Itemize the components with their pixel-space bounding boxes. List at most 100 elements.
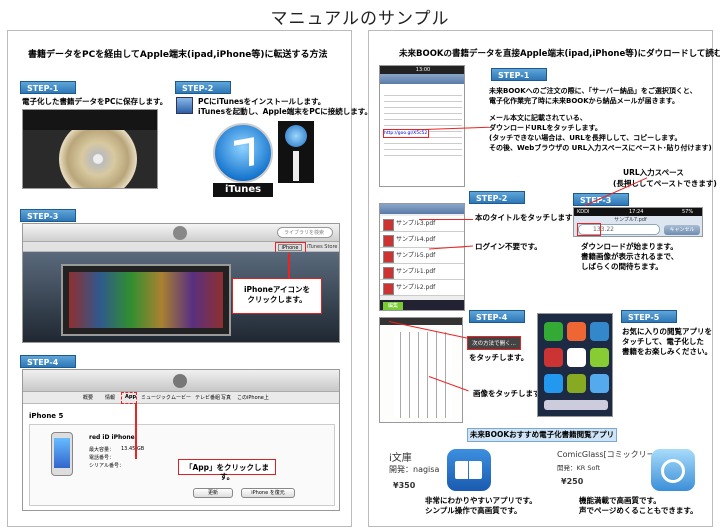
book-viewer-screenshot — [379, 317, 463, 423]
left-heading: 書籍データをPCを経由してApple端末(ipad,iPhone等)に転送する方… — [28, 50, 328, 60]
url-highlight-box — [383, 129, 429, 138]
serial-label: シリアル番号： — [89, 463, 124, 469]
open-in-apps-screenshot — [537, 313, 613, 417]
right-step3-line1: ダウンロードが始まります。 — [581, 242, 678, 251]
step4-callout-arrow — [135, 403, 137, 459]
callout-line1: iPhoneアイコンを — [243, 285, 311, 294]
left-step2-line2: iTunesを起動し、Apple端末をPCに接続します。 — [198, 107, 373, 116]
update-button[interactable]: 更新 — [193, 488, 233, 498]
clock-text: 17:24 — [629, 209, 644, 215]
right-step5-line1: お気に入りの閲覧アプリを — [622, 327, 712, 336]
app2-name: ComicGlass[コミックリーダ] — [557, 450, 666, 459]
right-step1-line3: メール本文に記載されている、 — [489, 114, 587, 122]
app2-dev: 開発：KR Soft — [557, 464, 601, 472]
device-name: red iD iPhone — [89, 434, 135, 441]
right-step1-line6: その後、Webブラウザの URL入力スペースにペースト･貼り付けます) — [489, 144, 712, 152]
right-step5-label: STEP-5 — [621, 310, 677, 323]
right-step3-line2: 書籍画像が表示されるまで、 — [581, 252, 679, 261]
battery-text: 57% — [682, 209, 694, 215]
left-step1-text: 電子化した書籍データをPCに保存します。 — [22, 97, 168, 106]
file-name-1: サンプル3.pdf — [396, 220, 436, 227]
app2-price: ¥250 — [561, 477, 584, 486]
usb-cable-image — [278, 121, 314, 183]
right-step1-line5: (タッチできない場合は、URLを長押しして、コピーします。 — [489, 134, 682, 142]
app1-desc1: 非常にわかりやすいアプリです。 — [425, 496, 537, 505]
macbook-image — [61, 264, 231, 336]
right-heading: 未来BOOKの書籍データを直接Apple端末(ipad,iPhone等)にダウロ… — [399, 49, 720, 59]
right-step1-label: STEP-1 — [491, 68, 547, 81]
right-step1-line4: ダウンロードURLをタッチします。 — [489, 124, 602, 132]
page-title: マニュアルのサンプル — [270, 9, 450, 29]
itunes-device-screenshot: 概要 情報 App ミュージック ムービー テレビ番組 写真 このiPhone上… — [22, 369, 340, 511]
app1-dev: 開発：nagisa — [389, 465, 440, 474]
tab-info[interactable]: 情報 — [105, 394, 115, 401]
left-step4-callout: 「App」をクリックします。 — [178, 459, 276, 481]
callout-arrow — [288, 253, 290, 278]
tab-tv[interactable]: テレビ番組 — [195, 394, 220, 401]
itunes-logo-icon — [213, 123, 273, 183]
left-step4-label: STEP-4 — [20, 355, 76, 368]
file-row-4[interactable]: サンプル1.pdf — [380, 264, 464, 280]
left-panel: 書籍データをPCを経由してApple端末(ipad,iPhone等)に転送する方… — [7, 30, 372, 527]
ibunko-app-icon[interactable] — [447, 449, 491, 491]
device-tab-bar: 概要 情報 App ミュージック ムービー テレビ番組 写真 このiPhone上 — [23, 392, 339, 404]
right-step4-label: STEP-4 — [469, 310, 525, 323]
callout-line2: クリックします。 — [247, 295, 307, 304]
restore-button[interactable]: iPhone を復元 — [241, 488, 295, 498]
right-step5-line2: タッチして、電子化した — [622, 337, 704, 346]
left-step2-line1: PCにiTunesをインストールします。 — [198, 97, 326, 106]
app2-desc2: 声でページめくることもできます。 — [579, 506, 698, 515]
file-row-5[interactable]: サンプル2.pdf — [380, 280, 464, 296]
left-step2-label: STEP-2 — [175, 81, 231, 94]
tab-summary[interactable]: 概要 — [83, 394, 93, 401]
browser-statusbar: KDDI 17:24 57% — [574, 208, 702, 216]
device-heading: iPhone 5 — [29, 412, 64, 420]
app1-name: i文庫 — [389, 453, 412, 464]
file-name-4: サンプル1.pdf — [396, 268, 436, 275]
right-step1-line2: 電子化作業完了時に未来BOOKから納品メールが届きます。 — [489, 97, 679, 105]
right-step2-label: STEP-2 — [469, 191, 525, 204]
iphone-image — [51, 432, 73, 476]
library-search-input[interactable]: ライブラリを検索 — [277, 227, 333, 238]
right-step2-text2: ログイン不要です。 — [475, 242, 542, 251]
url-input-highlight — [577, 223, 601, 236]
file-row-2[interactable]: サンプル4.pdf — [380, 232, 464, 248]
phone-label: 電話番号： — [89, 455, 115, 461]
url-caption-1: URL入力スペース — [623, 168, 684, 177]
cd-image — [22, 109, 158, 189]
itunes-store-link[interactable]: iTunes Store — [307, 244, 338, 251]
apple-logo-icon-2 — [173, 374, 187, 388]
book-page-image[interactable] — [394, 332, 452, 418]
tab-on-iphone[interactable]: このiPhone上 — [237, 394, 269, 401]
file-row-3[interactable]: サンプル5.pdf — [380, 248, 464, 264]
left-step3-callout: iPhoneアイコンを クリックします。 — [232, 278, 322, 314]
app1-desc2: シンプル操作で高画質です。 — [425, 506, 522, 515]
capacity-value: 13.45 GB — [121, 446, 145, 452]
comicglass-app-icon[interactable] — [651, 449, 695, 491]
right-step3-line3: しばらくの間待ちます。 — [581, 262, 663, 271]
file-name-2: サンプル4.pdf — [396, 236, 436, 243]
carrier-text: KDDI — [577, 209, 590, 215]
tab-music[interactable]: ミュージック — [141, 394, 171, 401]
file-name-3: サンプル5.pdf — [396, 252, 436, 259]
recommend-banner: 未来BOOKおすすめ電子化書籍閲覧アプリ — [467, 428, 617, 442]
browser-filename: サンプル7.pdf — [614, 217, 647, 223]
tab-photos[interactable]: 写真 — [221, 394, 231, 401]
url-caption-2: (長押ししてペーストできます) — [613, 179, 717, 188]
left-step3-label: STEP-3 — [20, 209, 76, 222]
mail-phone-screenshot: 13:00 http://goo.gl/X5c52 — [379, 65, 465, 187]
edit-button[interactable]: 編集 — [383, 302, 403, 310]
capacity-label: 最大容量： — [89, 447, 115, 453]
itunes-label: iTunes — [213, 183, 273, 197]
browser-url-screenshot: KDDI 17:24 57% サンプル7.pdf 133.22 キャンセル — [573, 207, 703, 237]
right-step2-text1: 本のタイトルをタッチします — [475, 213, 573, 222]
right-step1-line1: 未来BOOKへのご注文の際に、「サーバー納品」をご選択頂くと、 — [489, 87, 697, 95]
installer-icon — [176, 97, 193, 114]
open-with-button[interactable]: 次の方法で開く... — [467, 336, 521, 350]
file-name-5: サンプル2.pdf — [396, 284, 436, 291]
right-step5-line3: 書籍をお楽しみください。 — [622, 347, 712, 356]
app1-price: ¥350 — [393, 481, 416, 490]
tab-movies[interactable]: ムービー — [171, 394, 191, 401]
cancel-button[interactable]: キャンセル — [664, 225, 700, 235]
apple-logo-icon — [173, 226, 187, 240]
